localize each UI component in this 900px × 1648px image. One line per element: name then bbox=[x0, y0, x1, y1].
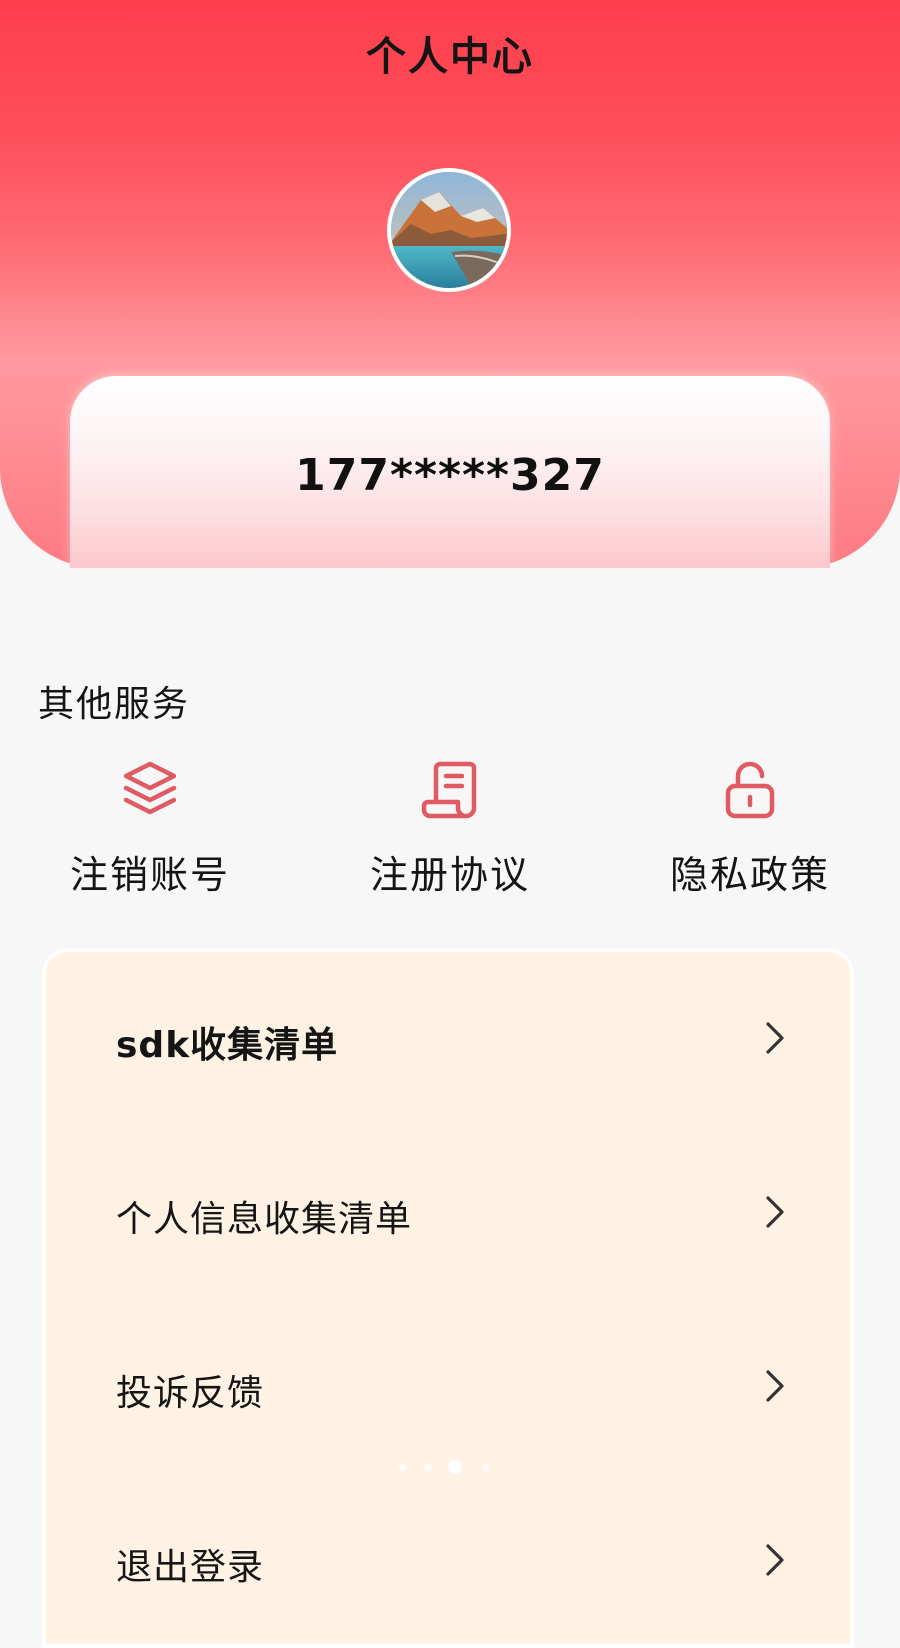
page-dot bbox=[398, 1463, 406, 1471]
service-label: 隐私政策 bbox=[669, 853, 830, 897]
menu-card: sdk收集清单 个人信息收集清单 投诉反馈 退出登录 bbox=[42, 948, 854, 1648]
service-cancel-account[interactable]: 注销账号 bbox=[40, 758, 260, 908]
page-indicator bbox=[394, 1460, 514, 1474]
menu-item-label: sdk收集清单 bbox=[116, 1025, 339, 1066]
phone-number: 177*****327 bbox=[295, 450, 605, 501]
service-label: 注册协议 bbox=[369, 853, 530, 897]
page-dot bbox=[482, 1463, 490, 1471]
chevron-right-icon bbox=[766, 1022, 784, 1054]
menu-item-feedback[interactable]: 投诉反馈 bbox=[46, 1326, 850, 1446]
menu-item-label: 退出登录 bbox=[116, 1547, 265, 1588]
menu-item-logout[interactable]: 退出登录 bbox=[46, 1500, 850, 1620]
service-privacy-policy[interactable]: 隐私政策 bbox=[640, 758, 860, 908]
chevron-right-icon bbox=[766, 1196, 784, 1228]
page-title: 个人中心 bbox=[366, 34, 534, 80]
unlock-icon bbox=[725, 761, 775, 819]
layers-icon bbox=[123, 761, 177, 815]
menu-item-label: 投诉反馈 bbox=[116, 1373, 265, 1414]
service-label: 注销账号 bbox=[69, 853, 230, 897]
service-registration-agreement[interactable]: 注册协议 bbox=[340, 758, 560, 908]
chevron-right-icon bbox=[766, 1544, 784, 1576]
services-title: 其他服务 bbox=[38, 684, 191, 725]
chevron-right-icon bbox=[766, 1370, 784, 1402]
menu-item-label: 个人信息收集清单 bbox=[116, 1199, 413, 1240]
document-icon bbox=[421, 761, 477, 819]
menu-item-sdk-list[interactable]: sdk收集清单 bbox=[46, 978, 850, 1098]
page-dot-active bbox=[448, 1460, 462, 1474]
avatar-image bbox=[391, 172, 507, 288]
avatar[interactable] bbox=[387, 168, 511, 292]
user-info-card: 177*****327 bbox=[70, 376, 830, 568]
page-dot bbox=[424, 1463, 432, 1471]
menu-item-personal-info-list[interactable]: 个人信息收集清单 bbox=[46, 1152, 850, 1272]
